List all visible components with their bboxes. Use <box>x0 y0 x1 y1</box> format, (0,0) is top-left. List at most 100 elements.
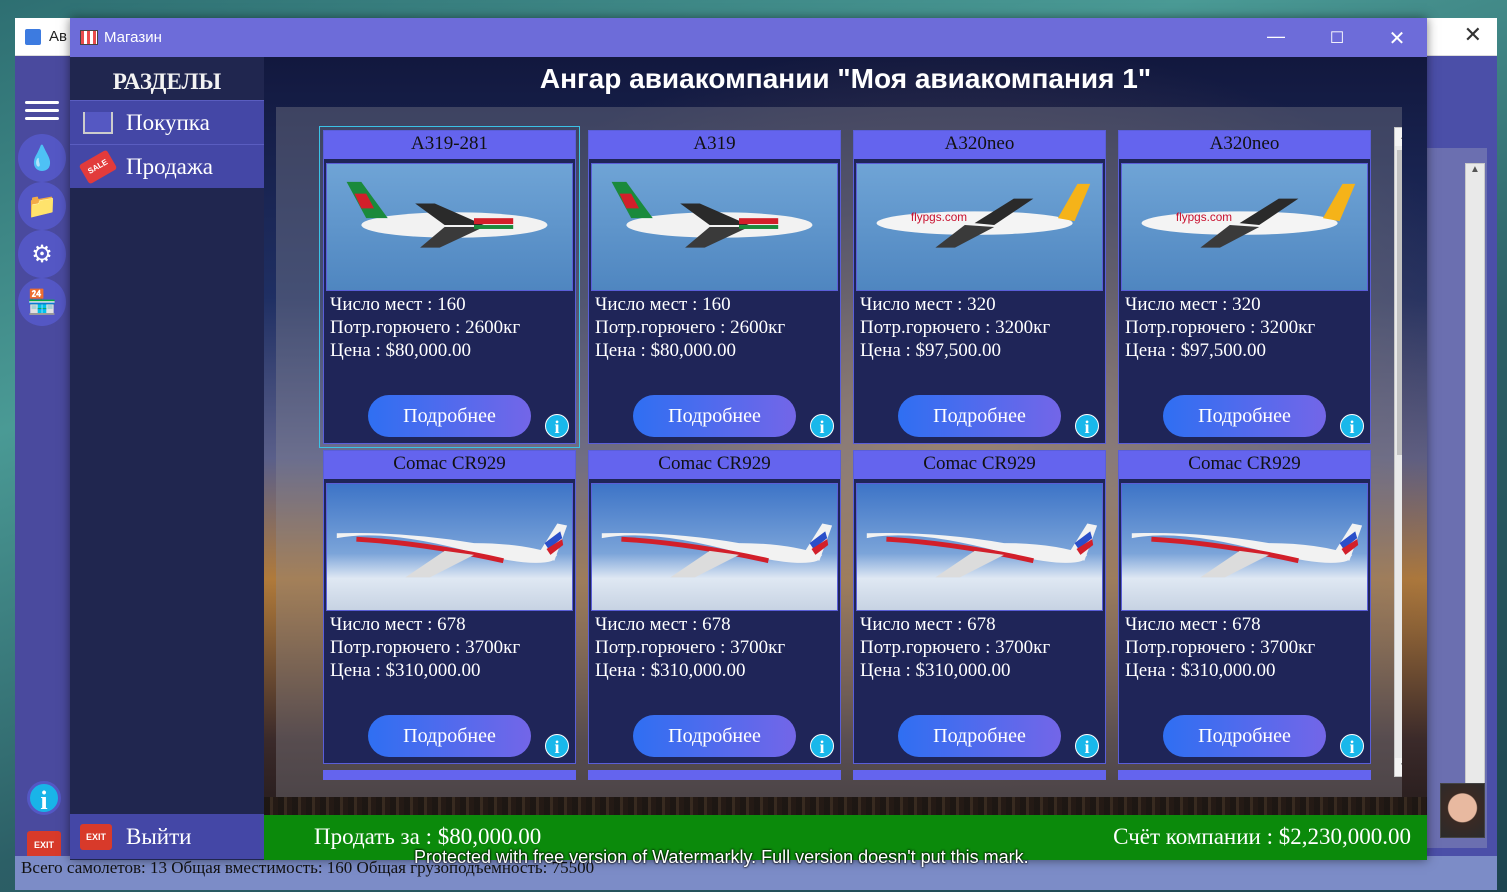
aircraft-card[interactable]: A319-281 Число мест : 160 Потр.горючего … <box>319 126 580 448</box>
seats-value: Число мест : 678 <box>330 614 466 635</box>
exit-button[interactable]: EXIT Выйти <box>70 814 264 859</box>
price-value: Цена : $310,000.00 <box>330 660 481 681</box>
aircraft-card-partial[interactable] <box>1118 770 1371 780</box>
hangar-main: Ангар авиакомпании "Моя авиакомпания 1" … <box>264 57 1427 860</box>
aircraft-card-partial[interactable] <box>588 770 841 780</box>
aircraft-name: A320neo <box>854 131 1105 159</box>
aircraft-name: Comac CR929 <box>589 451 840 479</box>
aircraft-card[interactable]: A319 Число мест : 160 Потр.горючего : 26… <box>588 130 841 444</box>
seats-value: Число мест : 678 <box>860 614 996 635</box>
shop-icon[interactable]: 🏪 <box>18 278 66 326</box>
grid-scrollbar[interactable]: ▲ ▼ <box>1394 127 1402 777</box>
info-icon[interactable]: i <box>27 781 61 815</box>
sale-tag-icon: SALE <box>78 148 118 185</box>
fuel-value: Потр.горючего : 3700кг <box>595 637 786 658</box>
aircraft-image <box>1121 483 1368 611</box>
maximize-button[interactable]: ☐ <box>1317 28 1357 48</box>
shop-window: Магазин — ☐ ✕ РАЗДЕЛЫ Покупка SALE Прода… <box>70 18 1427 860</box>
info-icon[interactable]: i <box>545 414 569 438</box>
aircraft-image <box>326 483 573 611</box>
aircraft-grid: A319-281 Число мест : 160 Потр.горючего … <box>276 107 1402 797</box>
seats-value: Число мест : 320 <box>860 294 996 315</box>
aircraft-card[interactable]: Comac CR929 Число мест : 678 Потр.горюче… <box>1118 450 1371 764</box>
aircraft-specs: Число мест : 678 Потр.горючего : 3700кг … <box>324 611 575 684</box>
details-button[interactable]: Подробнее <box>1163 715 1326 757</box>
aircraft-name: Comac CR929 <box>324 451 575 479</box>
price-value: Цена : $97,500.00 <box>860 340 1002 361</box>
aircraft-image <box>326 163 573 291</box>
details-button[interactable]: Подробнее <box>633 715 796 757</box>
aircraft-name: A320neo <box>1119 131 1370 159</box>
aircraft-card-partial[interactable] <box>853 770 1106 780</box>
aircraft-card-partial[interactable] <box>323 770 576 780</box>
info-icon[interactable]: i <box>1075 734 1099 758</box>
aircraft-name: A319 <box>589 131 840 159</box>
nav-item-buy[interactable]: Покупка <box>70 100 264 144</box>
aircraft-specs: Число мест : 678 Потр.горючего : 3700кг … <box>589 611 840 684</box>
details-button[interactable]: Подробнее <box>898 395 1061 437</box>
details-button[interactable]: Подробнее <box>368 715 531 757</box>
drop-icon[interactable]: 💧 <box>18 134 66 182</box>
scroll-up-arrow-icon[interactable]: ▲ <box>1466 164 1484 175</box>
nav-item-sell[interactable]: SALE Продажа <box>70 144 264 188</box>
scroll-thumb[interactable] <box>1397 150 1402 455</box>
aircraft-specs: Число мест : 678 Потр.горючего : 3700кг … <box>854 611 1105 684</box>
info-icon[interactable]: i <box>545 734 569 758</box>
aircraft-card[interactable]: A320neo flypgs.com Число мест : 320 Потр… <box>853 130 1106 444</box>
info-icon[interactable]: i <box>810 414 834 438</box>
info-icon[interactable]: i <box>1340 734 1364 758</box>
sections-nav: РАЗДЕЛЫ Покупка SALE Продажа EXIT Выйти <box>70 57 264 860</box>
aircraft-image <box>856 483 1103 611</box>
settings-icon[interactable]: ⚙ <box>18 230 66 278</box>
seats-value: Число мест : 160 <box>595 294 731 315</box>
aircraft-specs: Число мест : 320 Потр.горючего : 3200кг … <box>854 291 1105 364</box>
exit-icon[interactable]: EXIT <box>27 831 61 859</box>
aircraft-name: Comac CR929 <box>1119 451 1370 479</box>
aircraft-image <box>591 163 838 291</box>
aircraft-card[interactable]: Comac CR929 Число мест : 678 Потр.горюче… <box>588 450 841 764</box>
nav-item-label: Покупка <box>126 109 210 135</box>
info-icon[interactable]: i <box>1340 414 1364 438</box>
price-value: Цена : $310,000.00 <box>860 660 1011 681</box>
folder-icon[interactable]: 📁 <box>18 182 66 230</box>
details-button[interactable]: Подробнее <box>633 395 796 437</box>
shop-window-title: Магазин <box>104 29 162 46</box>
info-icon[interactable]: i <box>810 734 834 758</box>
price-value: Цена : $310,000.00 <box>595 660 746 681</box>
sections-header: РАЗДЕЛЫ <box>70 57 264 100</box>
price-value: Цена : $97,500.00 <box>1125 340 1267 361</box>
background-scrollbar[interactable]: ▲ <box>1465 163 1485 823</box>
price-value: Цена : $310,000.00 <box>1125 660 1276 681</box>
close-button[interactable]: ✕ <box>1377 26 1417 51</box>
exit-label: Выйти <box>126 823 192 849</box>
aircraft-image: flypgs.com <box>1121 163 1368 291</box>
shop-titlebar: Магазин — ☐ ✕ <box>70 18 1427 57</box>
background-sidebar: 💧 📁 ⚙ 🏪 i EXIT <box>15 56 70 859</box>
svg-text:flypgs.com: flypgs.com <box>911 211 967 224</box>
company-balance: Счёт компании : $2,230,000.00 <box>1113 824 1411 849</box>
aircraft-specs: Число мест : 320 Потр.горючего : 3200кг … <box>1119 291 1370 364</box>
webcam-overlay <box>1440 783 1485 838</box>
app-icon <box>25 29 41 45</box>
fuel-value: Потр.горючего : 2600кг <box>595 317 786 338</box>
aircraft-specs: Число мест : 160 Потр.горючего : 2600кг … <box>324 291 575 364</box>
minimize-button[interactable]: — <box>1256 26 1296 47</box>
aircraft-image: flypgs.com <box>856 163 1103 291</box>
details-button[interactable]: Подробнее <box>1163 395 1326 437</box>
details-button[interactable]: Подробнее <box>368 395 531 437</box>
aircraft-name: A319-281 <box>324 131 575 159</box>
scroll-down-arrow-icon[interactable]: ▼ <box>1395 758 1402 776</box>
details-button[interactable]: Подробнее <box>898 715 1061 757</box>
background-close-button[interactable]: ✕ <box>1464 22 1482 48</box>
exit-icon: EXIT <box>80 823 112 850</box>
aircraft-specs: Число мест : 160 Потр.горючего : 2600кг … <box>589 291 840 364</box>
info-icon[interactable]: i <box>1075 414 1099 438</box>
aircraft-card[interactable]: Comac CR929 Число мест : 678 Потр.горюче… <box>853 450 1106 764</box>
fuel-value: Потр.горючего : 3700кг <box>330 637 521 658</box>
background-window-title: Ав <box>49 28 67 45</box>
fuel-value: Потр.горючего : 3200кг <box>860 317 1051 338</box>
aircraft-card[interactable]: A320neo flypgs.com Число мест : 320 Потр… <box>1118 130 1371 444</box>
aircraft-card[interactable]: Comac CR929 Число мест : 678 Потр.горюче… <box>323 450 576 764</box>
scroll-up-arrow-icon[interactable]: ▲ <box>1395 128 1402 146</box>
menu-icon[interactable] <box>25 96 59 126</box>
